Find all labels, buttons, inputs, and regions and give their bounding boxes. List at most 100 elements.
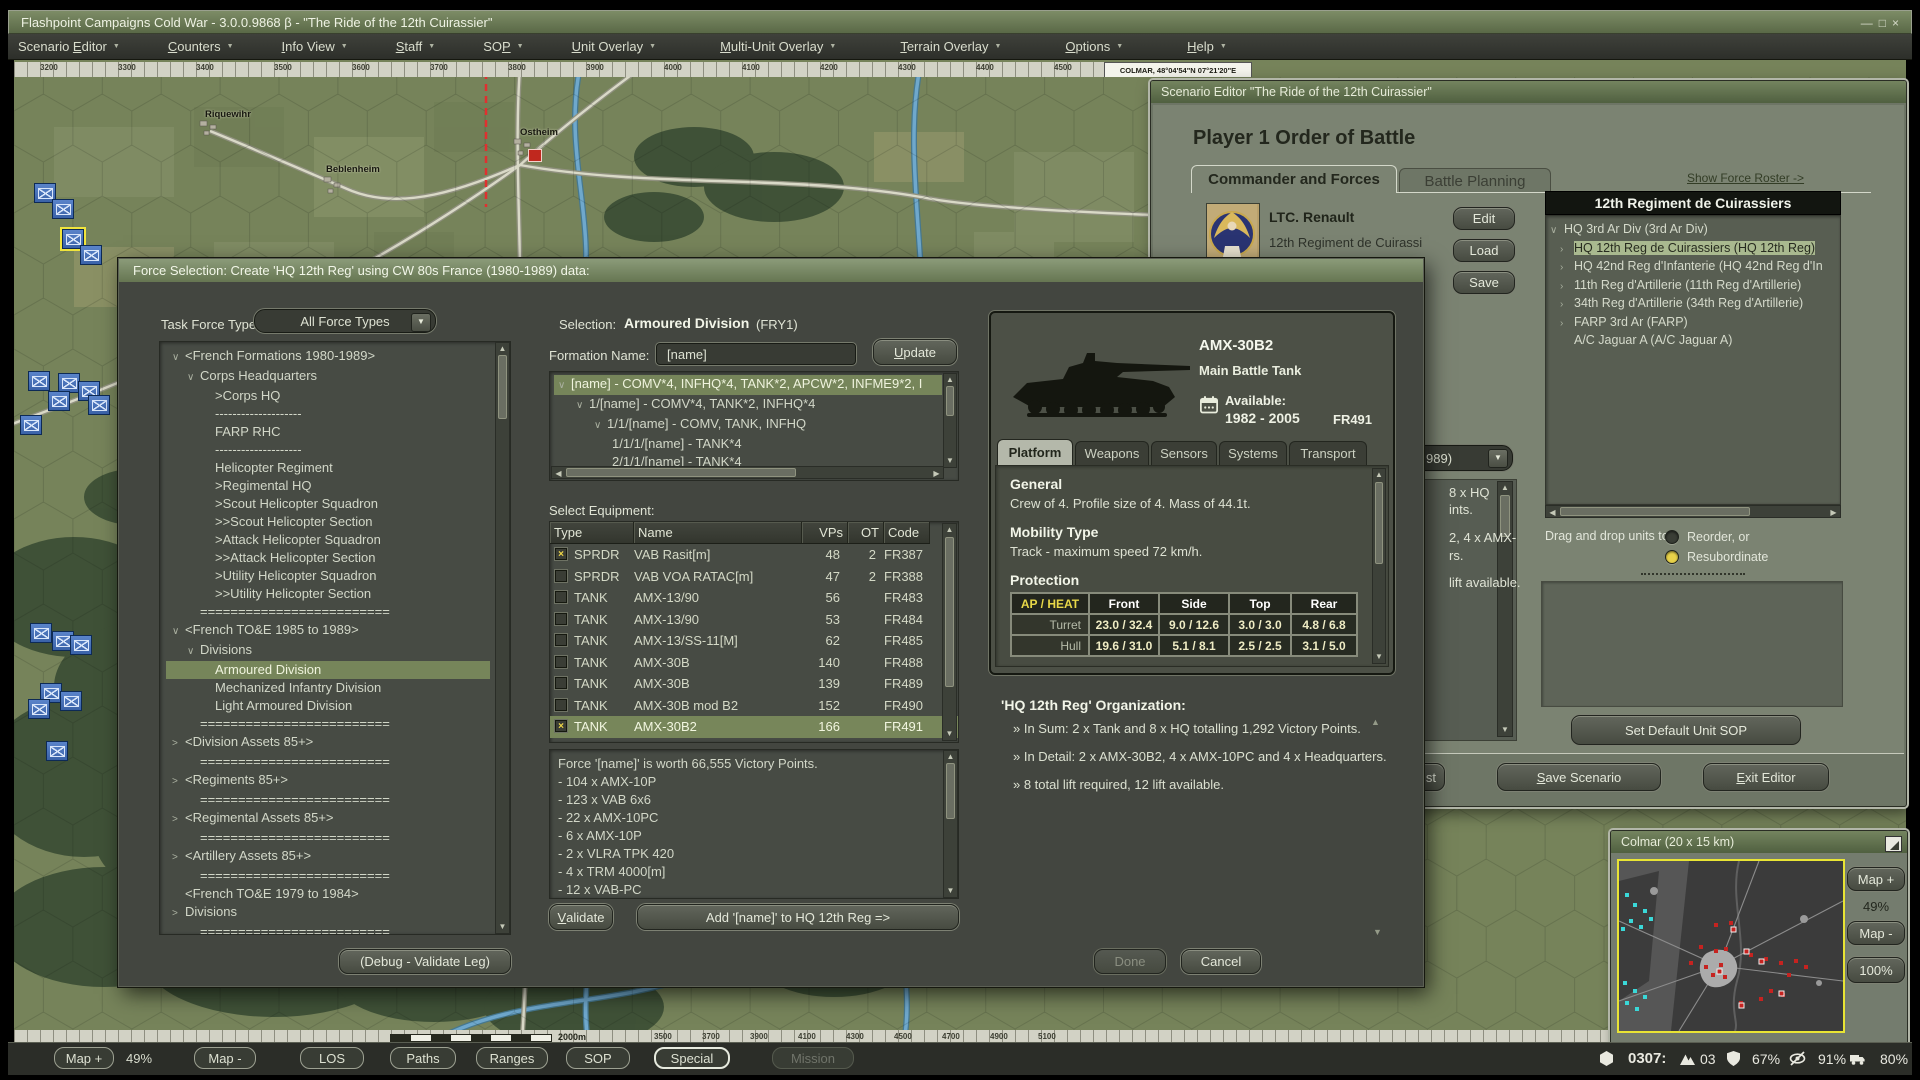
catalog-tree-item[interactable]: ><Regimental Assets 85+>	[166, 809, 490, 829]
catalog-tree-item[interactable]: =========================	[166, 791, 490, 809]
catalog-tree-item[interactable]: >>Attack Helicopter Section	[166, 549, 490, 567]
statusbar-button-ranges[interactable]: Ranges	[476, 1047, 548, 1069]
catalog-tree-item[interactable]: ∨Corps Headquarters	[166, 367, 490, 387]
minimap-zoom-out-button[interactable]: Map -	[1847, 921, 1905, 945]
equipment-table[interactable]: TypeNameVPsOTCode ×SPRDRVAB Rasit[m]482F…	[549, 521, 959, 743]
force-roster-tree[interactable]: ∨HQ 3rd Ar Div (3rd Ar Div)›HQ 12th Reg …	[1545, 215, 1841, 505]
edit-button[interactable]: Edit	[1453, 207, 1515, 230]
menu-terrain-overlay[interactable]: Terrain Overlay▼	[890, 34, 1011, 59]
catalog-tree-item[interactable]: ∨<French Formations 1980-1989>	[166, 347, 490, 367]
catalog-tree-item[interactable]: Light Armoured Division	[166, 697, 490, 715]
menu-unit-overlay[interactable]: Unit Overlay▼	[562, 34, 666, 59]
catalog-tree-item[interactable]: >>Scout Helicopter Section	[166, 513, 490, 531]
equipment-row[interactable]: TANKAMX-13/SS-11[M]62FR485	[550, 630, 958, 652]
catalog-tree-item[interactable]: FARP RHC	[166, 423, 490, 441]
equipment-row[interactable]: ×TANKAMX-30B2166FR491	[550, 716, 958, 738]
validate-button[interactable]: Validate	[549, 904, 613, 930]
formation-tree-item[interactable]: ∨[name] - COMV*4, INFHQ*4, TANK*2, APCW*…	[554, 375, 942, 395]
task-force-type-dropdown[interactable]: All Force Types ▼	[254, 309, 436, 333]
friendly-unit-counter[interactable]	[48, 391, 70, 411]
formation-hscrollbar[interactable]: ◀▶	[551, 466, 944, 479]
equipment-col-code[interactable]: Code	[884, 522, 930, 543]
roster-hscrollbar[interactable]: ◀▶	[1545, 505, 1841, 518]
roster-tree-item[interactable]: ›FARP 3rd Ar (FARP)	[1546, 314, 1840, 333]
friendly-unit-counter[interactable]	[70, 635, 92, 655]
statusbar-button-los[interactable]: LOS	[300, 1047, 364, 1069]
formation-name-input[interactable]: [name]	[656, 343, 856, 365]
catalog-tree-item[interactable]: >Attack Helicopter Squadron	[166, 531, 490, 549]
force-summary-vscrollbar[interactable]: ▲▼	[943, 750, 958, 898]
tab-commander-and-forces[interactable]: Commander and Forces	[1191, 165, 1397, 193]
roster-tree-item[interactable]: ›11th Reg d'Artillerie (11th Reg d'Artil…	[1546, 277, 1840, 296]
statusbar-button-special[interactable]: Special	[654, 1047, 730, 1069]
catalog-tree-item[interactable]: =========================	[166, 715, 490, 733]
radio-resubordinate[interactable]	[1665, 550, 1679, 564]
catalog-tree-item[interactable]: ><Artillery Assets 85+>	[166, 847, 490, 867]
vehicle-tab-systems[interactable]: Systems	[1219, 441, 1287, 465]
force-summary-box[interactable]: Force '[name]' is worth 66,555 Victory P…	[549, 749, 959, 899]
roster-tree-item[interactable]: ∨HQ 3rd Ar Div (3rd Ar Div)	[1546, 221, 1840, 240]
formation-vscrollbar[interactable]: ▲▼	[943, 373, 957, 468]
catalog-tree-item[interactable]: --------------------	[166, 441, 490, 459]
friendly-unit-counter[interactable]	[20, 415, 42, 435]
minimap-detach-icon[interactable]	[1885, 836, 1902, 852]
enemy-unit-counter[interactable]	[528, 149, 542, 162]
statusbar-button-paths[interactable]: Paths	[390, 1047, 456, 1069]
friendly-unit-counter[interactable]	[52, 199, 74, 219]
friendly-unit-counter[interactable]	[60, 691, 82, 711]
catalog-tree-item[interactable]: >>Utility Helicopter Section	[166, 585, 490, 603]
minimap-zoom-full-button[interactable]: 100%	[1847, 957, 1905, 983]
menu-help[interactable]: Help▼	[1177, 34, 1237, 59]
friendly-unit-counter[interactable]	[30, 623, 52, 643]
catalog-tree-item[interactable]: =========================	[166, 867, 490, 885]
statusbar-button-map-[interactable]: Map +	[54, 1047, 114, 1069]
catalog-vscrollbar[interactable]: ▲▼	[495, 342, 510, 934]
org-scroll-up-icon[interactable]: ▲	[1371, 717, 1380, 727]
show-force-roster-link[interactable]: Show Force Roster ->	[1687, 171, 1804, 185]
formation-tree-item[interactable]: 1/1/1/[name] - TANK*4	[554, 435, 942, 453]
friendly-unit-counter[interactable]	[80, 245, 102, 265]
catalog-tree-item[interactable]: Mechanized Infantry Division	[166, 679, 490, 697]
menu-scenario-editor[interactable]: Scenario Editor▼	[8, 34, 130, 59]
equipment-col-type[interactable]: Type	[550, 522, 634, 543]
equipment-col-name[interactable]: Name	[634, 522, 802, 543]
window-control-maximize[interactable]: □	[1879, 16, 1892, 30]
cancel-button[interactable]: Cancel	[1181, 949, 1261, 974]
save-button[interactable]: Save	[1453, 271, 1515, 294]
drag-drop-radios[interactable]: Reorder, orResubordinate	[1665, 527, 1835, 571]
add-formation-button[interactable]: Add '[name]' to HQ 12th Reg =>	[637, 904, 959, 930]
statusbar-button-sop[interactable]: SOP	[566, 1047, 630, 1069]
catalog-tree-item[interactable]: <French TO&E 1979 to 1984>	[166, 885, 490, 903]
menu-sop[interactable]: SOP▼	[473, 34, 533, 59]
catalog-tree-item[interactable]: =========================	[166, 753, 490, 771]
load-button[interactable]: Load	[1453, 239, 1515, 262]
equipment-row[interactable]: TANKAMX-30B139FR489	[550, 673, 958, 695]
equipment-row[interactable]: TANKAMX-30B140FR488	[550, 652, 958, 674]
statusbar-button-mission[interactable]: Mission	[772, 1047, 854, 1069]
window-controls[interactable]: —□×	[1861, 11, 1905, 35]
equipment-row[interactable]: TANKAMX-30B mod B2152FR490	[550, 695, 958, 717]
statusbar-button-map-[interactable]: Map -	[194, 1047, 256, 1069]
equipment-row[interactable]: TANKAMX-13/9056FR483	[550, 587, 958, 609]
set-default-unit-sop-button[interactable]: Set Default Unit SOP	[1571, 715, 1801, 745]
equipment-row[interactable]: TANKAMX-13/9053FR484	[550, 609, 958, 631]
equipment-col-vps[interactable]: VPs	[802, 522, 848, 543]
dropdown-arrow-icon[interactable]: ▼	[1488, 449, 1508, 468]
menu-info-view[interactable]: Info View▼	[272, 34, 358, 59]
vehicle-tab-platform[interactable]: Platform	[997, 439, 1073, 465]
catalog-tree-item[interactable]: ><Division Assets 85+>	[166, 733, 490, 753]
friendly-unit-counter[interactable]	[28, 371, 50, 391]
catalog-tree-item[interactable]: >Scout Helicopter Squadron	[166, 495, 490, 513]
roster-tree-item[interactable]: A/C Jaguar A (A/C Jaguar A)	[1546, 332, 1840, 349]
minimap-zoom-in-button[interactable]: Map +	[1847, 867, 1905, 891]
equipment-row[interactable]: SPRDRVAB VOA RATAC[m]472FR388	[550, 566, 958, 588]
catalog-tree-item[interactable]: ><Regiments 85+>	[166, 771, 490, 791]
catalog-tree-item[interactable]: Helicopter Regiment	[166, 459, 490, 477]
divider-grip[interactable]	[1641, 573, 1745, 575]
exit-editor-button[interactable]: Exit Editor	[1703, 763, 1829, 791]
debug-validate-leg-button[interactable]: (Debug - Validate Leg)	[339, 949, 511, 974]
menu-multi-unit-overlay[interactable]: Multi-Unit Overlay▼	[710, 34, 846, 59]
minimap-image[interactable]	[1617, 859, 1845, 1033]
catalog-tree-item[interactable]: ∨<French TO&E 1985 to 1989>	[166, 621, 490, 641]
formation-catalog-tree[interactable]: ∨<French Formations 1980-1989>∨Corps Hea…	[159, 341, 511, 935]
